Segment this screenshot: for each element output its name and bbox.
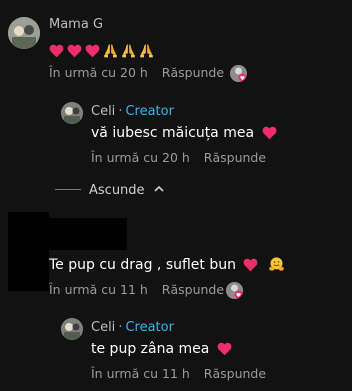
comment-meta: În urmă cu 11 h Răspunde	[49, 282, 224, 298]
separator-dot: ·	[118, 320, 123, 335]
redacted-username	[49, 218, 127, 250]
hide-replies-label: Ascunde	[89, 183, 145, 198]
creator-badge: Creator	[125, 104, 174, 119]
creator-liked-avatar-icon[interactable]	[230, 65, 247, 82]
comment-text-content: Te pup cu drag , suflet bun	[49, 257, 236, 273]
heart-icon	[49, 44, 64, 58]
avatar[interactable]	[61, 102, 83, 124]
username-label[interactable]: Celi	[91, 104, 115, 119]
reply-button[interactable]: Răspunde	[204, 150, 266, 165]
chevron-up-icon	[154, 185, 164, 192]
creator-liked-avatar-icon[interactable]	[226, 282, 243, 299]
comment-text-content: vă iubesc măicuța mea	[91, 125, 255, 141]
reply-button[interactable]: Răspunde	[204, 366, 266, 381]
username-label[interactable]: Celi	[91, 320, 115, 335]
comment-time: În urmă cu 11 h	[91, 366, 190, 381]
hugging-face-icon	[269, 257, 284, 271]
heart-icon	[67, 44, 82, 58]
comment-time: În urmă cu 11 h	[49, 282, 148, 297]
comment-meta: În urmă cu 20 h Răspunde	[49, 65, 224, 81]
separator-dot: ·	[118, 104, 123, 119]
comment-time: În urmă cu 20 h	[49, 65, 148, 80]
comment-text: Te pup cu drag , suflet bun	[49, 256, 288, 274]
heart-icon	[262, 126, 276, 140]
reply-button[interactable]: Răspunde	[162, 65, 224, 80]
heart-icon	[217, 342, 232, 356]
heart-icon	[244, 258, 258, 272]
praying-hands-icon	[140, 44, 153, 58]
avatar[interactable]	[61, 318, 83, 340]
comment-text-content: te pup zâna mea	[91, 341, 210, 357]
comment-meta: În urmă cu 20 h Răspunde	[91, 150, 266, 166]
avatar[interactable]	[8, 17, 40, 49]
comment-username: Celi · Creator	[91, 104, 174, 120]
comment-username: Celi · Creator	[91, 320, 174, 336]
praying-hands-icon	[122, 44, 135, 58]
praying-hands-icon	[104, 44, 117, 58]
comment-time: În urmă cu 20 h	[91, 150, 190, 165]
comment-meta: În urmă cu 11 h Răspunde	[91, 366, 266, 382]
reply-button[interactable]: Răspunde	[162, 282, 224, 297]
heart-icon	[85, 44, 100, 58]
comment-text	[49, 40, 157, 58]
redacted-username	[8, 212, 49, 291]
comment-text: vă iubesc măicuța mea	[91, 124, 280, 142]
creator-badge: Creator	[125, 320, 174, 335]
hide-replies-button[interactable]: Ascunde	[55, 183, 164, 199]
comment-username[interactable]: Mama G	[49, 17, 103, 33]
comment-text: te pup zâna mea	[91, 340, 235, 358]
divider	[55, 189, 81, 190]
